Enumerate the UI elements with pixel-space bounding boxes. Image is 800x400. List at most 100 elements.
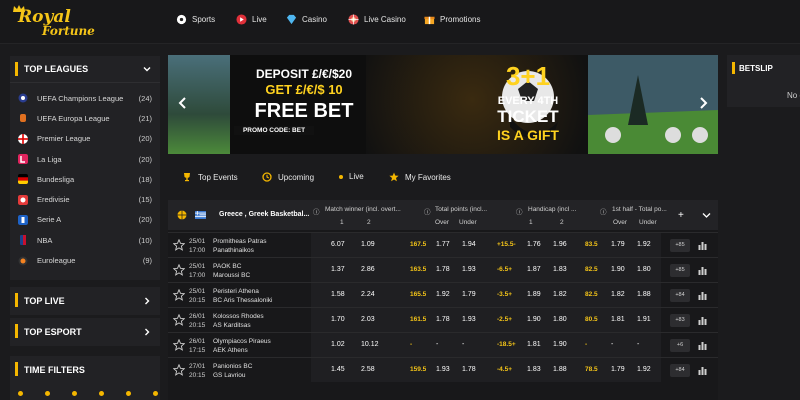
league-item[interactable]: Premier League (20) <box>10 129 160 149</box>
total-line[interactable]: 165.5 <box>410 291 426 298</box>
chevron-right-icon[interactable] <box>142 327 152 337</box>
odd-2[interactable]: 1.80 <box>553 316 567 323</box>
nav-live-casino[interactable]: Live Casino <box>348 14 406 25</box>
handicap-line[interactable]: -18.5+ <box>497 341 516 348</box>
more-markets-button[interactable]: +85 <box>670 264 690 277</box>
more-markets-button[interactable]: +6 <box>670 339 690 352</box>
chevron-right-icon[interactable] <box>142 296 152 306</box>
total-line[interactable]: 163.5 <box>410 266 426 273</box>
handicap-line[interactable]: -3.5+ <box>497 291 512 298</box>
odd-under[interactable]: 1.88 <box>637 291 651 298</box>
handicap-line[interactable]: -4.5+ <box>497 366 512 373</box>
banner-next-icon[interactable] <box>696 96 710 110</box>
favorite-star-icon[interactable] <box>173 239 185 251</box>
odd-1[interactable]: 1.89 <box>527 291 541 298</box>
match-teams[interactable]: PAOK BC Maroussi BC <box>213 262 250 280</box>
total-line[interactable]: - <box>410 341 412 348</box>
odd-over[interactable]: 1.82 <box>611 291 625 298</box>
more-markets-button[interactable]: +83 <box>670 314 690 327</box>
odd-under[interactable]: 1.93 <box>462 316 476 323</box>
first-half-line[interactable]: 78.5 <box>585 366 598 373</box>
odd-1[interactable]: 1.83 <box>527 366 541 373</box>
odd-under[interactable]: 1.92 <box>637 366 651 373</box>
league-item[interactable]: Bundesliga (18) <box>10 169 160 189</box>
more-markets-button[interactable]: +85 <box>670 239 690 252</box>
tab-upcoming[interactable]: Upcoming <box>262 172 314 182</box>
odd-2[interactable]: 1.88 <box>553 366 567 373</box>
stats-icon[interactable] <box>698 265 707 275</box>
first-half-line[interactable]: 82.5 <box>585 266 598 273</box>
favorite-star-icon[interactable] <box>173 289 185 301</box>
odd-2[interactable]: 1.09 <box>361 241 375 248</box>
odd-under[interactable]: 1.93 <box>462 266 476 273</box>
time-filter-dots[interactable] <box>18 391 158 396</box>
more-markets-button[interactable]: +84 <box>670 364 690 377</box>
odd-over[interactable]: 1.93 <box>436 366 450 373</box>
promo-banner[interactable]: DEPOSIT £/€/$20 GET £/€/$ 10 FREE BET PR… <box>168 55 718 154</box>
first-half-line[interactable]: 82.5 <box>585 291 598 298</box>
odd-under[interactable]: - <box>637 341 639 348</box>
first-half-line[interactable]: 80.5 <box>585 316 598 323</box>
odd-2[interactable]: 10.12 <box>361 341 379 348</box>
odd-over[interactable]: 1.81 <box>611 316 625 323</box>
odd-under[interactable]: 1.80 <box>637 266 651 273</box>
top-esport-panel[interactable]: TOP ESPORT <box>10 318 160 346</box>
chevron-down-icon[interactable] <box>702 212 711 219</box>
odd-under[interactable]: 1.94 <box>462 241 476 248</box>
favorite-star-icon[interactable] <box>173 264 185 276</box>
odd-under[interactable]: - <box>462 341 464 348</box>
match-teams[interactable]: Peristeri Athena BC Aris Thessaloniki <box>213 287 273 305</box>
tab-my-favorites[interactable]: My Favorites <box>389 172 451 182</box>
tab-top-events[interactable]: Top Events <box>182 172 238 182</box>
more-markets-button[interactable]: +84 <box>670 289 690 302</box>
odd-2[interactable]: 1.82 <box>553 291 567 298</box>
stats-icon[interactable] <box>698 340 707 350</box>
odd-under[interactable]: 1.91 <box>637 316 651 323</box>
odd-over[interactable]: 1.92 <box>436 291 450 298</box>
odd-under[interactable]: 1.92 <box>637 241 651 248</box>
odd-under[interactable]: 1.79 <box>462 291 476 298</box>
first-half-line[interactable]: - <box>585 341 587 348</box>
royal-fortune-logo[interactable]: Royal Fortune <box>12 5 102 41</box>
odd-over[interactable]: - <box>436 341 438 348</box>
handicap-line[interactable]: +15.5- <box>497 241 516 248</box>
match-teams[interactable]: Panionios BC GS Lavriou <box>213 362 252 380</box>
stats-icon[interactable] <box>698 315 707 325</box>
stats-icon[interactable] <box>698 290 707 300</box>
first-half-line[interactable]: 83.5 <box>585 241 598 248</box>
top-live-panel[interactable]: TOP LIVE <box>10 287 160 315</box>
odd-2[interactable]: 2.58 <box>361 366 375 373</box>
odd-1[interactable]: 1.70 <box>331 316 345 323</box>
league-item[interactable]: UEFA Europa League (21) <box>10 108 160 128</box>
odd-2[interactable]: 1.83 <box>553 266 567 273</box>
odd-over[interactable]: 1.79 <box>611 241 625 248</box>
league-item[interactable]: UEFA Champions League (24) <box>10 88 160 108</box>
odd-2[interactable]: 1.90 <box>553 341 567 348</box>
nav-live[interactable]: Live <box>236 14 267 25</box>
handicap-line[interactable]: -6.5+ <box>497 266 512 273</box>
odd-over[interactable]: 1.78 <box>436 266 450 273</box>
odd-over[interactable]: - <box>611 341 613 348</box>
nav-casino[interactable]: Casino <box>286 14 327 25</box>
favorite-star-icon[interactable] <box>173 314 185 326</box>
match-teams[interactable]: Kolossos Rhodes AS Karditsas <box>213 312 264 330</box>
league-item[interactable]: NBA (10) <box>10 230 160 250</box>
nav-sports[interactable]: Sports <box>176 14 215 25</box>
league-item[interactable]: Serie A (20) <box>10 210 160 230</box>
match-teams[interactable]: Promitheas Patras Panathinaikos <box>213 237 266 255</box>
tab-live[interactable]: Live <box>339 172 364 181</box>
odd-over[interactable]: 1.90 <box>611 266 625 273</box>
favorite-star-icon[interactable] <box>173 339 185 351</box>
odd-2[interactable]: 2.24 <box>361 291 375 298</box>
odd-1[interactable]: 1.58 <box>331 291 345 298</box>
league-item[interactable]: Euroleague (9) <box>10 250 160 270</box>
league-item[interactable]: La Liga (20) <box>10 149 160 169</box>
odd-1[interactable]: 1.02 <box>331 341 345 348</box>
odd-1[interactable]: 1.87 <box>527 266 541 273</box>
handicap-line[interactable]: -2.5+ <box>497 316 512 323</box>
odd-2[interactable]: 2.03 <box>361 316 375 323</box>
odd-1[interactable]: 6.07 <box>331 241 345 248</box>
chevron-down-icon[interactable] <box>142 64 152 74</box>
odd-1[interactable]: 1.37 <box>331 266 345 273</box>
total-line[interactable]: 161.5 <box>410 316 426 323</box>
